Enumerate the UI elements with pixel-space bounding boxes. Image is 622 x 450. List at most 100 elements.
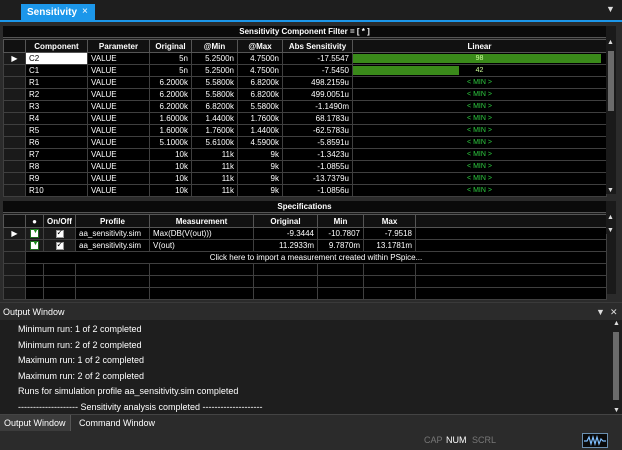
cell-min[interactable]: 11k bbox=[191, 184, 238, 197]
cell-min[interactable]: 1.7600k bbox=[191, 124, 238, 137]
cell-max[interactable]: 9k bbox=[237, 172, 283, 185]
import-measurement-link[interactable]: Click here to import a measurement creat… bbox=[25, 251, 607, 264]
table-row[interactable]: R6 VALUE 5.1000k 5.6100k 4.5900k -5.8591u < MI… bbox=[3, 136, 607, 149]
scroll-down-icon[interactable]: ▼ bbox=[613, 407, 620, 414]
column-header[interactable]: Min bbox=[317, 214, 364, 228]
cell-original[interactable]: 10k bbox=[149, 160, 192, 173]
cell-min[interactable]: 9.7870m bbox=[317, 239, 364, 252]
cell-max[interactable]: 4.7500n bbox=[237, 52, 283, 65]
cell-original[interactable]: 5.1000k bbox=[149, 136, 192, 149]
column-header[interactable]: Original bbox=[149, 39, 192, 53]
cell-max[interactable]: 4.7500n bbox=[237, 64, 283, 77]
cell-parameter[interactable]: VALUE bbox=[87, 88, 150, 101]
cell-component[interactable]: R9 bbox=[25, 172, 88, 185]
cell-measurement[interactable]: Max(DB(V(out))) bbox=[149, 227, 254, 240]
table-row[interactable]: R5 VALUE 1.6000k 1.7600k 1.4400k -62.5783u < M… bbox=[3, 124, 607, 137]
cell-linear[interactable]: < MIN > bbox=[352, 100, 607, 113]
scroll-up-icon[interactable]: ▲ bbox=[607, 214, 614, 221]
row-selector[interactable]: ▶ bbox=[3, 227, 26, 240]
table-row[interactable]: R2 VALUE 6.2000k 5.5800k 6.8200k 499.0051u < M… bbox=[3, 88, 607, 101]
cell-parameter[interactable]: VALUE bbox=[87, 100, 150, 113]
cell-max[interactable]: 6.8200k bbox=[237, 76, 283, 89]
row-selector[interactable] bbox=[3, 88, 26, 101]
row-selector[interactable] bbox=[3, 184, 26, 197]
cell-parameter[interactable]: VALUE bbox=[87, 172, 150, 185]
cell-component[interactable]: R3 bbox=[25, 100, 88, 113]
cell-original[interactable]: 6.2000k bbox=[149, 88, 192, 101]
row-selector[interactable] bbox=[3, 124, 26, 137]
cell-max[interactable]: 4.5900k bbox=[237, 136, 283, 149]
row-selector[interactable] bbox=[3, 112, 26, 125]
table-row[interactable]: R10 VALUE 10k 11k 9k -1.0856u < MIN > bbox=[3, 184, 607, 197]
cell-original[interactable]: 6.2000k bbox=[149, 100, 192, 113]
cell-min[interactable]: 11k bbox=[191, 160, 238, 173]
table-row[interactable]: aa_sensitivity.simV(out)11.2933m9.7870m1… bbox=[3, 239, 607, 252]
cell-component[interactable]: R5 bbox=[25, 124, 88, 137]
close-icon[interactable]: × bbox=[82, 5, 88, 19]
table-row[interactable]: R9 VALUE 10k 11k 9k -13.7379u < MIN > bbox=[3, 172, 607, 185]
table-row[interactable]: C1 VALUE 5n 5.2500n 4.7500n -7.5450 42 bbox=[3, 64, 607, 77]
column-header[interactable]: Component bbox=[25, 39, 88, 53]
chevron-down-icon[interactable]: ▼ bbox=[606, 4, 616, 14]
cell-parameter[interactable]: VALUE bbox=[87, 160, 150, 173]
specifications-scrollbar[interactable]: ▲ ▼ bbox=[606, 214, 616, 234]
cell-original[interactable]: 1.6000k bbox=[149, 112, 192, 125]
cell-abs[interactable]: -7.5450 bbox=[282, 64, 353, 77]
cell-abs[interactable]: -17.5547 bbox=[282, 52, 353, 65]
on-off-cell[interactable] bbox=[43, 227, 76, 240]
cell-parameter[interactable]: VALUE bbox=[87, 148, 150, 161]
cell-max[interactable]: 9k bbox=[237, 160, 283, 173]
cell-max[interactable]: 13.1781m bbox=[363, 239, 416, 252]
column-header[interactable]: Abs Sensitivity bbox=[282, 39, 353, 53]
row-selector[interactable] bbox=[3, 64, 26, 77]
cell-abs[interactable]: -1.0856u bbox=[282, 184, 353, 197]
cell-min[interactable]: 5.2500n bbox=[191, 64, 238, 77]
enabled-checkbox[interactable] bbox=[55, 229, 64, 238]
table-row[interactable]: R3 VALUE 6.2000k 6.8200k 5.5800k -1.1490m < MI… bbox=[3, 100, 607, 113]
close-icon[interactable]: ✕ bbox=[610, 303, 618, 321]
cell-profile[interactable]: aa_sensitivity.sim bbox=[75, 239, 150, 252]
cell-linear[interactable]: < MIN > bbox=[352, 124, 607, 137]
cell-original[interactable]: 5n bbox=[149, 64, 192, 77]
cell-component[interactable]: R1 bbox=[25, 76, 88, 89]
cell-original[interactable]: 10k bbox=[149, 148, 192, 161]
cell-abs[interactable]: -13.7379u bbox=[282, 172, 353, 185]
cell-component[interactable]: R7 bbox=[25, 148, 88, 161]
cell-parameter[interactable]: VALUE bbox=[87, 112, 150, 125]
row-selector[interactable] bbox=[3, 172, 26, 185]
cell-max[interactable]: 1.4400k bbox=[237, 124, 283, 137]
tab-command-window[interactable]: Command Window bbox=[75, 415, 159, 431]
cell-max[interactable]: -7.9518 bbox=[363, 227, 416, 240]
output-scrollbar[interactable]: ▲ ▼ bbox=[610, 320, 622, 414]
cell-abs[interactable]: 499.0051u bbox=[282, 88, 353, 101]
cell-max[interactable]: 9k bbox=[237, 184, 283, 197]
cell-linear[interactable]: < MIN > bbox=[352, 172, 607, 185]
row-selector[interactable] bbox=[3, 239, 26, 252]
column-header[interactable]: @Min bbox=[191, 39, 238, 53]
cell-original[interactable]: 10k bbox=[149, 172, 192, 185]
cell-component[interactable]: R8 bbox=[25, 160, 88, 173]
cell-min[interactable]: -10.7807 bbox=[317, 227, 364, 240]
scrollbar-thumb[interactable] bbox=[613, 332, 619, 400]
cell-abs[interactable]: -62.5783u bbox=[282, 124, 353, 137]
table-row[interactable]: R1 VALUE 6.2000k 5.5800k 6.8200k 498.2159u < M… bbox=[3, 76, 607, 89]
cell-max[interactable]: 1.7600k bbox=[237, 112, 283, 125]
cell-parameter[interactable]: VALUE bbox=[87, 136, 150, 149]
row-selector[interactable] bbox=[3, 275, 26, 288]
cell-measurement[interactable]: V(out) bbox=[149, 239, 254, 252]
enabled-checkbox[interactable] bbox=[55, 241, 64, 250]
cell-linear[interactable]: < MIN > bbox=[352, 88, 607, 101]
table-row[interactable]: R7 VALUE 10k 11k 9k -1.3423u < MIN > bbox=[3, 148, 607, 161]
cell-abs[interactable]: 498.2159u bbox=[282, 76, 353, 89]
cell-component[interactable]: R4 bbox=[25, 112, 88, 125]
cell-original[interactable]: 1.6000k bbox=[149, 124, 192, 137]
column-header[interactable]: On/Off bbox=[43, 214, 76, 228]
import-row[interactable]: Click here to import a measurement creat… bbox=[3, 251, 607, 264]
row-selector[interactable]: ▶ bbox=[3, 52, 26, 65]
cell-min[interactable]: 5.2500n bbox=[191, 52, 238, 65]
scroll-up-icon[interactable]: ▲ bbox=[613, 320, 620, 327]
cell-component[interactable]: R2 bbox=[25, 88, 88, 101]
on-off-cell[interactable] bbox=[43, 239, 76, 252]
cell-max[interactable]: 6.8200k bbox=[237, 88, 283, 101]
row-selector[interactable] bbox=[3, 287, 26, 300]
